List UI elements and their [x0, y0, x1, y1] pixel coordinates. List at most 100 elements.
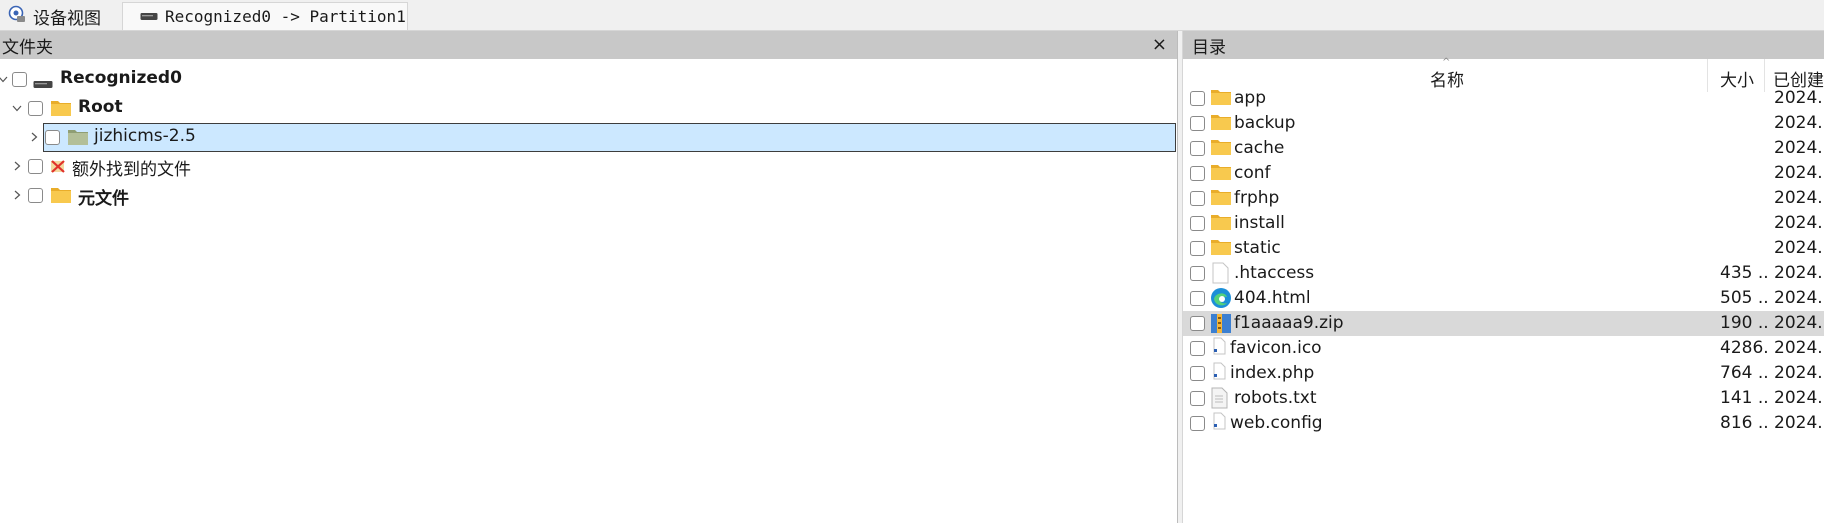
file-checkbox[interactable]	[1190, 341, 1205, 356]
drive-icon	[140, 7, 158, 26]
file-checkbox[interactable]	[1190, 391, 1205, 406]
chevron-right-icon[interactable]	[10, 159, 24, 173]
file-list: app 2024... backup 2024... cache 2024... conf 2…	[1183, 88, 1824, 523]
file-checkbox[interactable]	[1190, 166, 1205, 181]
file-created-date: 2024...	[1774, 363, 1824, 383]
file-checkbox[interactable]	[1190, 116, 1205, 131]
tree-checkbox[interactable]	[28, 159, 43, 174]
folder-pane-title: 文件夹	[2, 37, 53, 58]
tree-checkbox[interactable]	[28, 188, 43, 203]
folder-icon	[67, 127, 89, 151]
chevron-down-icon[interactable]	[10, 101, 24, 115]
file-row[interactable]: cache 2024...	[1183, 136, 1824, 161]
close-icon[interactable]: ×	[1152, 34, 1167, 55]
tree-checkbox[interactable]	[28, 101, 43, 116]
file-checkbox[interactable]	[1190, 191, 1205, 206]
file-created-date: 2024...	[1774, 88, 1824, 108]
file-created-date: 2024...	[1774, 313, 1824, 333]
file-name: index.php	[1230, 363, 1315, 383]
folder-icon	[1210, 237, 1232, 259]
tree-item-label: 元文件	[78, 189, 129, 209]
tree-item-label: jizhicms-2.5	[94, 126, 196, 146]
file-created-date: 2024...	[1774, 138, 1824, 158]
tab-label: Recognized0 -> Partition1	[165, 7, 406, 26]
file-row[interactable]: 404.html 505 ... 2024...	[1183, 286, 1824, 311]
chevron-down-icon[interactable]	[0, 72, 10, 86]
file-row[interactable]: app 2024...	[1183, 86, 1824, 111]
file-checkbox[interactable]	[1190, 216, 1205, 231]
tree-checkbox[interactable]	[45, 130, 60, 145]
file-row[interactable]: backup 2024...	[1183, 111, 1824, 136]
tree-item-root[interactable]: Root	[0, 94, 1177, 123]
file-size: 141 ...	[1720, 388, 1768, 408]
tab-label: 设备视图	[33, 8, 101, 29]
folder-icon	[1210, 162, 1232, 184]
folder-icon	[1210, 187, 1232, 209]
file-size: 764 ...	[1720, 363, 1768, 383]
file-created-date: 2024...	[1774, 288, 1824, 308]
file-checkbox[interactable]	[1190, 316, 1205, 331]
file-checkbox[interactable]	[1190, 241, 1205, 256]
file-created-date: 2024...	[1774, 163, 1824, 183]
file-size: 816 ...	[1720, 413, 1768, 433]
file-checkbox[interactable]	[1190, 266, 1205, 281]
file-name: favicon.ico	[1230, 338, 1322, 358]
folder-icon	[1210, 212, 1232, 234]
file-name: f1aaaaa9.zip	[1234, 313, 1344, 333]
file-name: cache	[1234, 138, 1285, 158]
tree-item-extra-files[interactable]: 额外找到的文件	[0, 152, 1177, 181]
file-checkbox[interactable]	[1190, 91, 1205, 106]
text-file-icon	[1210, 387, 1232, 409]
chevron-right-icon[interactable]	[27, 130, 41, 144]
folder-icon	[1210, 137, 1232, 159]
directory-pane: 目录 ^ 名称 大小 已创建 app2024...backup2024...ca…	[1183, 31, 1824, 523]
file-checkbox[interactable]	[1190, 141, 1205, 156]
file-created-date: 2024...	[1774, 413, 1824, 433]
file-created-date: 2024...	[1774, 113, 1824, 133]
file-checkbox[interactable]	[1190, 416, 1205, 431]
tree-item-recognized0[interactable]: Recognized0	[0, 65, 1177, 94]
tree-item-jizhicms[interactable]: jizhicms-2.5	[0, 123, 1177, 152]
tree-item-label: Root	[78, 97, 123, 117]
file-checkbox[interactable]	[1190, 366, 1205, 381]
file-row[interactable]: frphp 2024...	[1183, 186, 1824, 211]
folder-icon	[1210, 112, 1232, 134]
file-name: frphp	[1234, 188, 1280, 208]
file-row[interactable]: static 2024...	[1183, 236, 1824, 261]
file-name: 404.html	[1234, 288, 1311, 308]
tree-checkbox[interactable]	[12, 72, 27, 87]
file-row[interactable]: favicon.ico 4286... 2024...	[1183, 336, 1824, 361]
file-created-date: 2024...	[1774, 188, 1824, 208]
tab-device-view[interactable]: 设备视图	[0, 2, 122, 30]
folder-icon	[1210, 87, 1232, 109]
folder-icon	[50, 185, 72, 209]
device-view-icon	[8, 5, 26, 28]
file-row[interactable]: conf 2024...	[1183, 161, 1824, 186]
file-checkbox[interactable]	[1190, 291, 1205, 306]
file-name: static	[1234, 238, 1281, 258]
zip-archive-icon	[1210, 312, 1232, 334]
tree-item-meta-files[interactable]: 元文件	[0, 181, 1177, 210]
file-row[interactable]: web.config 816 ... 2024...	[1183, 411, 1824, 436]
drive-icon	[33, 75, 53, 95]
file-row[interactable]: install 2024...	[1183, 211, 1824, 236]
chevron-right-icon[interactable]	[10, 188, 24, 202]
file-size: 4286...	[1720, 338, 1768, 358]
file-name: web.config	[1230, 413, 1323, 433]
edge-browser-icon	[1210, 287, 1232, 309]
file-row[interactable]: index.php 764 ... 2024...	[1183, 361, 1824, 386]
directory-pane-title: 目录	[1192, 37, 1226, 58]
tree-item-label: 额外找到的文件	[72, 160, 191, 180]
tab-partition[interactable]: Recognized0 -> Partition1	[122, 2, 408, 30]
file-name: .htaccess	[1234, 263, 1315, 283]
file-row[interactable]: robots.txt 141 ... 2024...	[1183, 386, 1824, 411]
file-created-date: 2024...	[1774, 388, 1824, 408]
file-name: conf	[1234, 163, 1271, 183]
blank-file-icon	[1210, 262, 1232, 284]
directory-pane-header: 目录	[1183, 31, 1824, 59]
file-row[interactable]: .htaccess 435 ... 2024...	[1183, 261, 1824, 286]
file-created-date: 2024...	[1774, 263, 1824, 283]
file-row[interactable]: f1aaaaa9.zip 190 ... 2024...	[1183, 311, 1824, 336]
folder-pane: 文件夹 × Recognized0 Root jizhicms-2.5 额外找到…	[0, 31, 1177, 523]
file-size: 190 ...	[1720, 313, 1768, 333]
